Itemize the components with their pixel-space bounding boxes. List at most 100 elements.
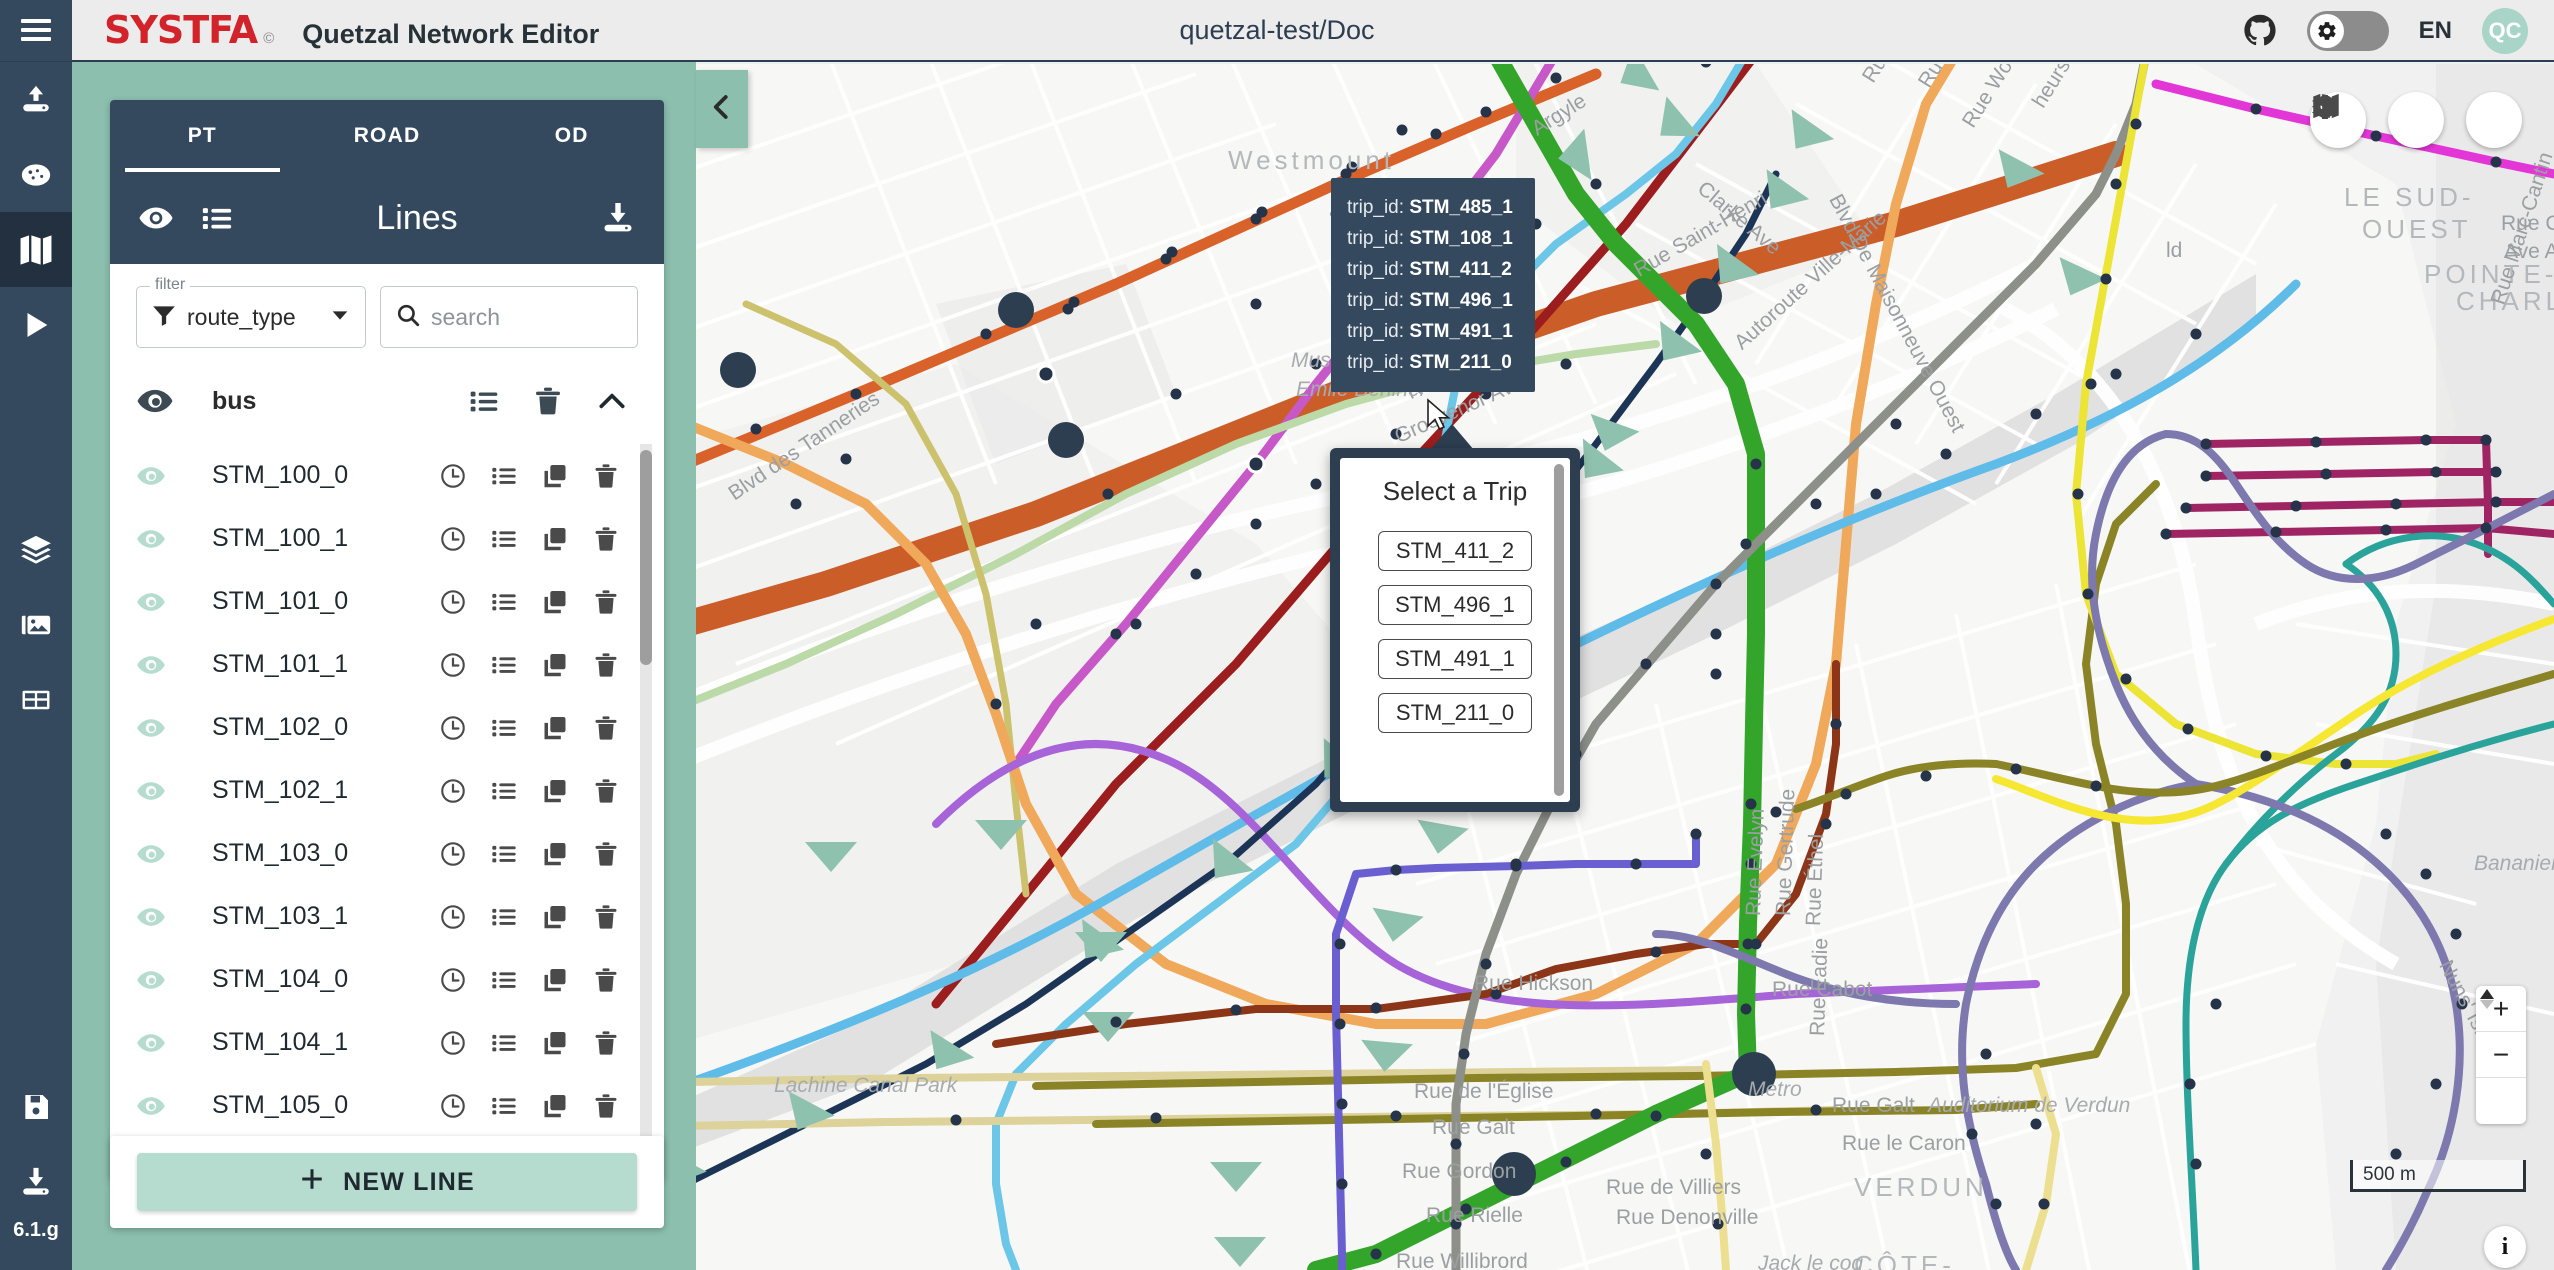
dialog-scrollbar[interactable] — [1554, 464, 1564, 796]
chevron-up-icon[interactable] — [596, 385, 628, 417]
theme-toggle[interactable] — [2306, 11, 2389, 51]
list-item[interactable]: STM_103_1 — [136, 885, 664, 948]
eye-icon[interactable] — [136, 587, 190, 617]
list-icon[interactable] — [490, 903, 518, 931]
trip-option-button[interactable]: STM_211_0 — [1378, 693, 1532, 733]
list-icon[interactable] — [468, 385, 500, 417]
sidebar-item-run[interactable] — [0, 287, 72, 362]
panel-collapse-button[interactable] — [696, 70, 748, 148]
sidebar-item-upload[interactable] — [0, 62, 72, 137]
trip-option-button[interactable]: STM_491_1 — [1378, 639, 1532, 679]
download-icon[interactable] — [600, 200, 636, 236]
list-icon[interactable] — [490, 714, 518, 742]
trash-icon[interactable] — [592, 840, 620, 868]
trash-icon[interactable] — [592, 462, 620, 490]
sidebar-item-map[interactable] — [0, 212, 72, 287]
route-type-filter[interactable]: filter route_type — [136, 276, 366, 348]
copy-icon[interactable] — [541, 525, 569, 553]
trash-icon[interactable] — [592, 714, 620, 742]
list-item[interactable]: STM_104_1 — [136, 1011, 664, 1074]
tab-pt[interactable]: PT — [110, 100, 295, 172]
list-item[interactable]: STM_100_0 — [136, 444, 664, 507]
list-icon[interactable] — [490, 525, 518, 553]
info-icon[interactable]: i — [2484, 1226, 2526, 1268]
language-selector[interactable]: EN — [2419, 17, 2452, 45]
trash-icon[interactable] — [592, 525, 620, 553]
copy-icon[interactable] — [541, 1092, 569, 1120]
copy-icon[interactable] — [541, 840, 569, 868]
map-canvas[interactable]: Argyle Clarke Ave Westmount Blvd De Maisonn… — [696, 64, 2554, 1270]
list-icon[interactable] — [200, 201, 234, 235]
menu-button[interactable] — [0, 0, 72, 61]
list-icon[interactable] — [490, 777, 518, 805]
list-icon[interactable] — [490, 462, 518, 490]
eye-icon[interactable] — [136, 776, 190, 806]
clock-icon[interactable] — [439, 840, 467, 868]
settings-gear-icon[interactable] — [2313, 92, 2522, 148]
clock-icon[interactable] — [439, 1029, 467, 1057]
eye-icon[interactable] — [136, 650, 190, 680]
basemap-icon[interactable] — [2313, 92, 2444, 148]
list-scrollbar-thumb[interactable] — [640, 450, 652, 665]
trash-icon[interactable] — [592, 588, 620, 616]
search-input[interactable]: search — [380, 286, 638, 348]
eye-icon[interactable] — [136, 965, 190, 995]
trash-icon[interactable] — [592, 1092, 620, 1120]
eye-icon[interactable] — [136, 461, 190, 491]
clock-icon[interactable] — [439, 588, 467, 616]
eye-icon[interactable] — [136, 713, 190, 743]
lines-list[interactable]: STM_100_0 STM_100_1 STM_101_0 STM_101_1 … — [110, 444, 664, 1180]
eye-icon[interactable] — [136, 902, 190, 932]
clock-icon[interactable] — [439, 1092, 467, 1120]
list-item[interactable]: STM_101_0 — [136, 570, 664, 633]
trash-icon[interactable] — [592, 903, 620, 931]
tab-road[interactable]: ROAD — [295, 100, 480, 172]
eye-icon[interactable] — [136, 524, 190, 554]
trash-icon[interactable] — [592, 966, 620, 994]
group-row-bus[interactable]: bus — [110, 358, 664, 444]
sidebar-item-save[interactable] — [0, 1069, 72, 1144]
new-line-button[interactable]: NEW LINE — [137, 1153, 637, 1211]
copy-icon[interactable] — [541, 714, 569, 742]
list-icon[interactable] — [490, 966, 518, 994]
list-item[interactable]: STM_105_0 — [136, 1074, 664, 1137]
github-icon[interactable] — [2243, 14, 2277, 48]
clock-icon[interactable] — [439, 777, 467, 805]
copy-icon[interactable] — [541, 651, 569, 679]
sidebar-item-layers[interactable] — [0, 512, 72, 587]
list-item[interactable]: STM_100_1 — [136, 507, 664, 570]
copy-icon[interactable] — [541, 588, 569, 616]
list-icon[interactable] — [490, 840, 518, 868]
clock-icon[interactable] — [439, 714, 467, 742]
copy-icon[interactable] — [541, 966, 569, 994]
sidebar-item-images[interactable] — [0, 587, 72, 662]
copy-icon[interactable] — [541, 1029, 569, 1057]
trip-option-button[interactable]: STM_496_1 — [1378, 585, 1532, 625]
clock-icon[interactable] — [439, 651, 467, 679]
list-icon[interactable] — [490, 651, 518, 679]
eye-icon[interactable] — [136, 839, 190, 869]
list-icon[interactable] — [490, 1092, 518, 1120]
sidebar-item-download[interactable] — [0, 1144, 72, 1219]
clock-icon[interactable] — [439, 462, 467, 490]
clock-icon[interactable] — [439, 966, 467, 994]
avatar[interactable]: QC — [2482, 8, 2528, 54]
eye-icon[interactable] — [136, 1028, 190, 1058]
list-icon[interactable] — [490, 588, 518, 616]
compass-icon[interactable] — [2476, 989, 2526, 1124]
trash-icon[interactable] — [592, 1029, 620, 1057]
list-item[interactable]: STM_101_1 — [136, 633, 664, 696]
list-item[interactable]: STM_103_0 — [136, 822, 664, 885]
clock-icon[interactable] — [439, 903, 467, 931]
sidebar-item-table[interactable] — [0, 662, 72, 737]
list-icon[interactable] — [490, 1029, 518, 1057]
trash-icon[interactable] — [532, 385, 564, 417]
list-item[interactable]: STM_102_0 — [136, 696, 664, 759]
eye-icon[interactable] — [138, 200, 174, 236]
eye-icon[interactable] — [136, 1091, 190, 1121]
trash-icon[interactable] — [592, 777, 620, 805]
copy-icon[interactable] — [541, 462, 569, 490]
list-item[interactable]: STM_102_1 — [136, 759, 664, 822]
sidebar-item-dashboard[interactable] — [0, 137, 72, 212]
copy-icon[interactable] — [541, 903, 569, 931]
